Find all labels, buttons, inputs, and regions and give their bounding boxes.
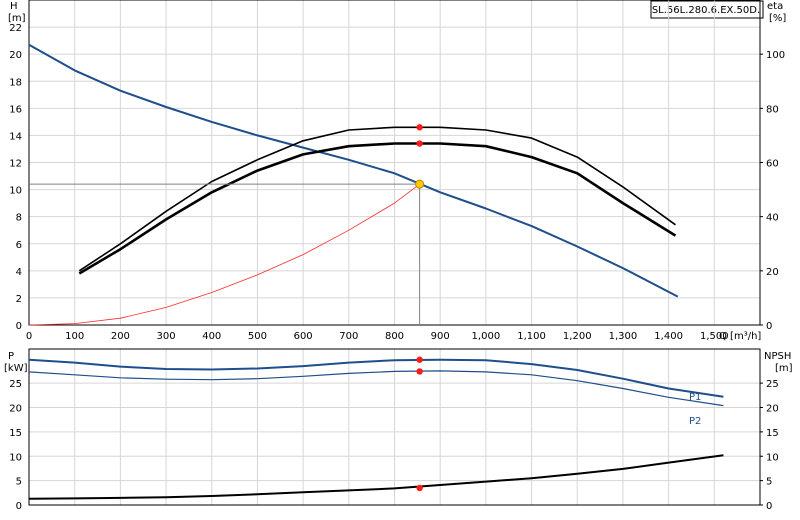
x-tick-label: 800 — [385, 331, 404, 342]
y-right-tick-label: 10 — [766, 452, 779, 463]
y-right-tick-label: 0 — [766, 501, 772, 512]
y-left-tick-label: 5 — [16, 477, 22, 488]
x-tick-label: 0 — [26, 331, 32, 342]
y-right-tick-label: 25 — [766, 379, 779, 390]
npsh-axis-unit: [m] — [775, 363, 793, 374]
y-right-tick-label: 5 — [766, 477, 772, 488]
operating-point-marker — [416, 356, 423, 363]
x-tick-label: 1,100 — [517, 331, 546, 342]
x-tick-label: 900 — [431, 331, 450, 342]
x-tick-label: 1,400 — [654, 331, 683, 342]
x-tick-label: 1,000 — [472, 331, 501, 342]
y-left-tick-label: 15 — [9, 428, 22, 439]
x-tick-label: 300 — [157, 331, 176, 342]
x-tick-label: 100 — [65, 331, 84, 342]
operating-point-marker — [416, 368, 423, 375]
y-left-tick-label: 2 — [16, 294, 22, 305]
p2-curve-label: P2 — [689, 416, 701, 427]
p2-curve — [28, 370, 724, 407]
head-axis-title: H — [10, 1, 18, 12]
y-left-tick-label: 0 — [16, 321, 22, 332]
y-left-tick-label: 10 — [9, 452, 22, 463]
system-curve-curve — [28, 183, 420, 326]
y-left-tick-label: 20 — [9, 404, 22, 415]
pump-performance-chart: SL.56L.280.6.EX.50D. H [m] eta [%] Q [m³… — [4, 0, 793, 512]
model-label: SL.56L.280.6.EX.50D. — [652, 5, 760, 16]
npsh-axis-title: NPSH — [764, 351, 791, 362]
x-tick-label: 1,300 — [609, 331, 638, 342]
y-left-tick-label: 0 — [16, 501, 22, 512]
y-right-tick-label: 20 — [766, 404, 779, 415]
npsh-curve — [28, 454, 724, 500]
x-tick-label: 200 — [111, 331, 130, 342]
eta-axis-unit: [%] — [769, 13, 786, 24]
x-tick-label: 600 — [294, 331, 313, 342]
eta-axis-title: eta — [767, 1, 783, 12]
y-left-tick-label: 25 — [9, 379, 22, 390]
x-tick-label: 1,500 — [700, 331, 729, 342]
operating-point-marker — [416, 140, 423, 147]
head-curve — [28, 43, 679, 298]
x-tick-label: 500 — [248, 331, 267, 342]
y-right-tick-label: 40 — [766, 213, 779, 224]
y-left-tick-label: 6 — [16, 240, 22, 251]
y-left-tick-label: 4 — [16, 267, 22, 278]
x-tick-label: 1,200 — [563, 331, 592, 342]
efficiency-upper-curve — [78, 126, 676, 272]
p1-curve-label: P1 — [689, 392, 701, 403]
y-left-tick-label: 22 — [9, 23, 22, 34]
y-left-tick-label: 8 — [16, 213, 22, 224]
x-tick-label: 700 — [339, 331, 358, 342]
y-right-tick-label: 100 — [766, 50, 785, 61]
y-left-tick-label: 12 — [9, 159, 22, 170]
duty-point-marker — [415, 179, 425, 189]
y-left-tick-label: 20 — [9, 50, 22, 61]
power-axis-title: P — [8, 351, 14, 362]
y-right-tick-label: 20 — [766, 267, 779, 278]
y-right-tick-label: 15 — [766, 428, 779, 439]
y-right-tick-label: 0 — [766, 321, 772, 332]
y-left-tick-label: 10 — [9, 186, 22, 197]
power-axis-unit: [kW] — [4, 363, 28, 374]
y-right-tick-label: 60 — [766, 159, 779, 170]
x-tick-label: 400 — [202, 331, 221, 342]
y-left-tick-label: 14 — [9, 131, 22, 142]
y-left-tick-label: 16 — [9, 104, 22, 115]
y-right-tick-label: 80 — [766, 104, 779, 115]
operating-point-marker — [416, 484, 423, 492]
operating-point-marker — [416, 124, 423, 131]
y-left-tick-label: 18 — [9, 77, 22, 88]
